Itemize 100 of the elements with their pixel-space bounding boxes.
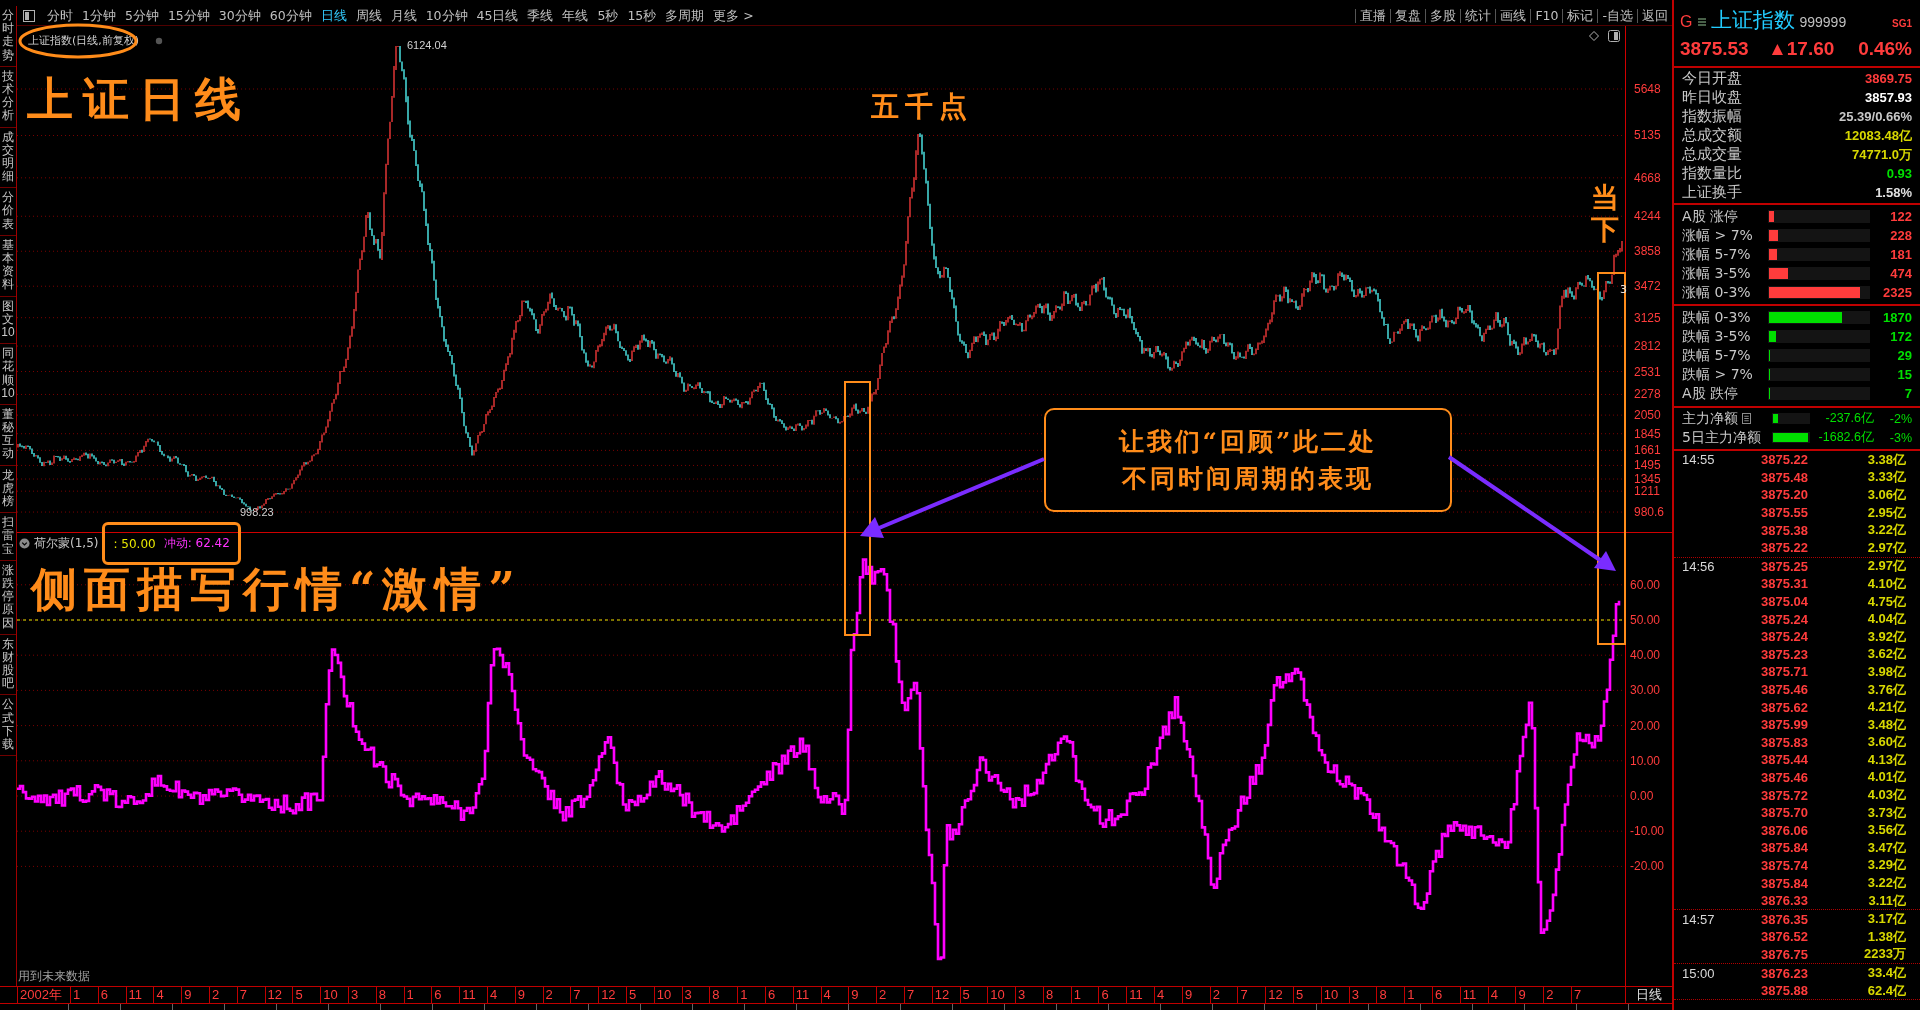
tool-button[interactable]: 统计: [1460, 8, 1496, 23]
tick-price: 3875.31: [1761, 576, 1809, 592]
side-tab[interactable]: 涨跌停原因: [0, 560, 16, 635]
side-tab[interactable]: 技术分析: [0, 66, 16, 128]
tick-volume: 3.92亿: [1866, 627, 1906, 646]
tick-price: 3875.62: [1761, 699, 1809, 715]
side-tab[interactable]: 东财股吧: [0, 634, 16, 696]
tool-button[interactable]: F10: [1530, 8, 1563, 23]
month-label: 3: [1015, 987, 1043, 1003]
breadth-label: A股 跌停: [1682, 384, 1740, 403]
period-tab[interactable]: 多周期: [662, 8, 708, 23]
stat-value: 12083.48亿: [1844, 126, 1912, 145]
tick-volume: 4.10亿: [1866, 574, 1906, 593]
circle-icon[interactable]: [155, 37, 164, 45]
period-tab[interactable]: 10分钟: [422, 8, 471, 23]
period-tab[interactable]: 5秒: [594, 8, 622, 23]
axis-label: 4244: [1634, 209, 1661, 224]
tick-volume: 3.48亿: [1866, 715, 1906, 734]
month-label: 7: [903, 987, 932, 1003]
stat-value: 74771.0万: [1852, 145, 1912, 164]
tick-price: 3875.38: [1761, 522, 1809, 538]
tool-button[interactable]: 返回: [1637, 8, 1672, 23]
side-tab[interactable]: 成交明细: [0, 127, 16, 189]
period-tab[interactable]: 60分钟: [266, 8, 315, 23]
period-tab[interactable]: 15秒: [624, 8, 660, 23]
axis-label: 10.00: [1630, 753, 1661, 768]
stat-value: 0.93: [1886, 166, 1912, 181]
tool-button[interactable]: 复盘: [1390, 8, 1426, 23]
axis-label: 20.00: [1630, 718, 1661, 733]
axis-label: 980.6: [1634, 505, 1665, 520]
more-button[interactable]: 更多 >: [710, 8, 757, 23]
tool-button[interactable]: 多股: [1425, 8, 1461, 23]
period-tab[interactable]: 日线: [317, 8, 350, 23]
breadth-count: 2325: [1882, 285, 1912, 300]
tick-volume: 3.29亿: [1866, 856, 1906, 875]
side-tab[interactable]: 分价表: [0, 188, 16, 236]
period-tab[interactable]: 分时: [44, 8, 76, 23]
tick-volume: 4.13亿: [1866, 750, 1906, 769]
period-tab[interactable]: 15分钟: [164, 8, 213, 23]
month-label: 10: [1320, 987, 1349, 1003]
tick-price: 3875.99: [1761, 717, 1809, 733]
month-label: 7: [236, 987, 265, 1003]
stat-label: 指数量比: [1682, 164, 1742, 183]
flow-label: 主力净额: [1682, 409, 1738, 428]
callout-text: 让我们“回顾”此二处: [1118, 426, 1378, 458]
tool-button[interactable]: 直播: [1355, 8, 1391, 23]
side-tab[interactable]: 公式下载: [0, 695, 16, 757]
period-tab[interactable]: 季线: [524, 8, 557, 23]
side-tab[interactable]: 扫雷宝: [0, 513, 16, 561]
period-tab[interactable]: 1分钟: [79, 8, 119, 23]
side-tab[interactable]: 龙虎榜: [0, 465, 16, 514]
tool-button[interactable]: -自选: [1597, 8, 1637, 23]
side-tab[interactable]: 董秘互动: [0, 404, 16, 466]
period-tab[interactable]: 45日线: [473, 8, 522, 23]
split-square-icon[interactable]: [23, 9, 35, 22]
tool-button[interactable]: 画线: [1495, 8, 1531, 23]
breadth-label: 跌幅 > 7%: [1682, 365, 1754, 384]
tick-volume: 2.97亿: [1866, 557, 1906, 576]
price-change: ▲17.60: [1768, 38, 1836, 60]
tick-volume: 3.11亿: [1867, 891, 1906, 910]
index-name: 上证指数: [1711, 7, 1796, 34]
tick-volume: 4.04亿: [1866, 610, 1906, 629]
tick-price: 3875.74: [1761, 857, 1809, 873]
chevron-circle-icon[interactable]: [19, 538, 30, 549]
axis-label: 2531: [1634, 364, 1661, 379]
month-label: 11: [1459, 987, 1488, 1003]
period-tab[interactable]: 月线: [387, 8, 420, 23]
period-tab[interactable]: 5分钟: [121, 8, 162, 23]
tick-price: 3875.22: [1761, 452, 1809, 468]
side-tab[interactable]: 图文10: [0, 296, 16, 345]
month-label: 2: [1543, 987, 1572, 1003]
stat-value: 25.39/0.66%: [1839, 109, 1912, 124]
tick-volume: 1.38亿: [1866, 927, 1906, 946]
month-label: 11: [125, 987, 154, 1003]
axis-label: 2050: [1634, 408, 1661, 423]
axis-label: 3858: [1634, 244, 1661, 259]
footnote: 用到未来数据: [18, 968, 90, 985]
month-label: 9: [181, 987, 209, 1003]
period-tab[interactable]: 年线: [559, 8, 592, 23]
period-tab[interactable]: 30分钟: [215, 8, 264, 23]
flow-percent: -2%: [1888, 411, 1912, 426]
split-square-icon[interactable]: [1608, 30, 1620, 42]
side-tab[interactable]: 分时走势: [0, 6, 16, 67]
list-icon[interactable]: [1697, 17, 1708, 27]
document-icon[interactable]: [1742, 413, 1751, 424]
breadth-label: 涨幅 > 7%: [1682, 226, 1754, 245]
month-label: 2: [542, 987, 571, 1003]
tick-price: 3875.20: [1761, 487, 1809, 503]
side-tab[interactable]: 基本资料: [0, 235, 16, 297]
period-tab[interactable]: 周线: [352, 8, 385, 23]
diamond-icon[interactable]: [1589, 31, 1599, 41]
month-label: 4: [486, 987, 515, 1003]
axis-label: 1345: [1634, 472, 1661, 486]
flow-amount: -237.6亿: [1824, 410, 1874, 427]
indicator-name: 荷尔蒙(1,5): [34, 535, 99, 552]
tool-button[interactable]: 标记: [1562, 8, 1598, 23]
side-tab[interactable]: 同花顺10: [0, 344, 16, 405]
tick-price: 3875.22: [1761, 540, 1809, 556]
month-label: 4: [1487, 987, 1516, 1003]
tick-volume: 62.4亿: [1866, 981, 1906, 1000]
